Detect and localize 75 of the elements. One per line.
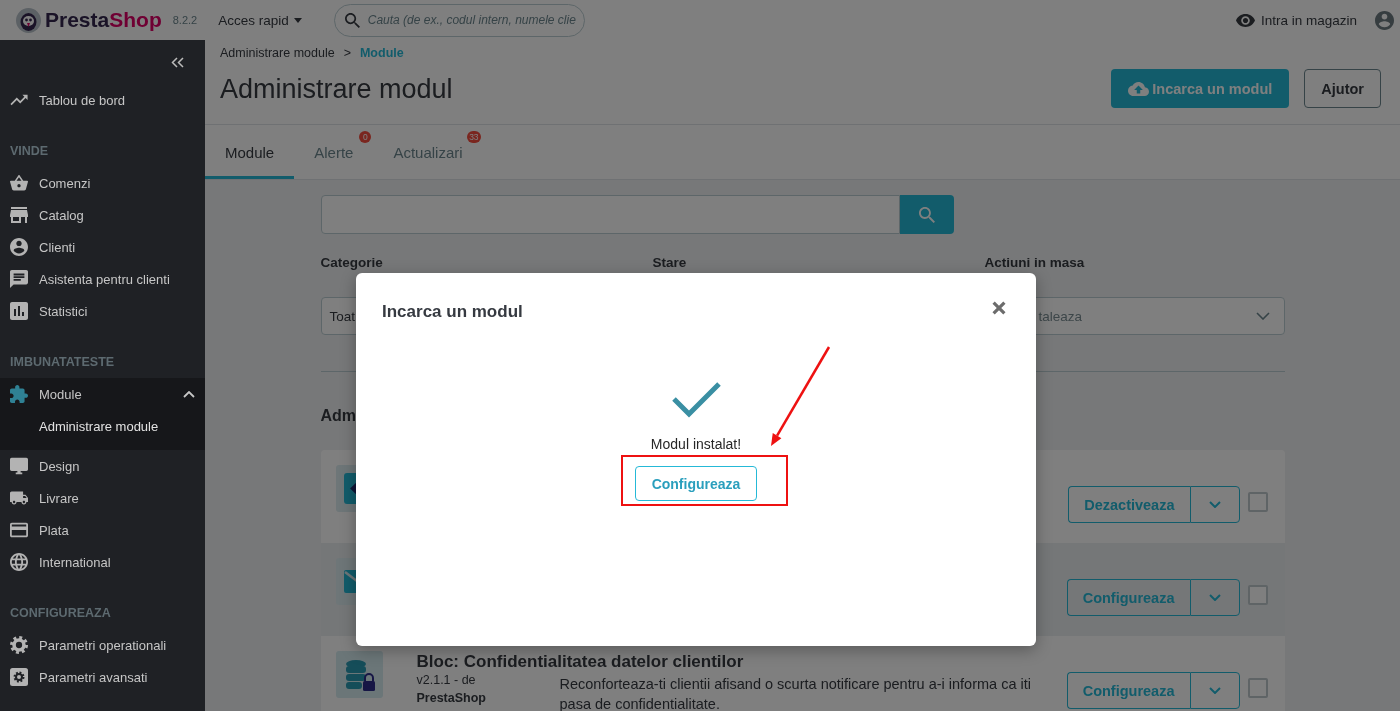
dialog-title: Incarca un modul — [382, 303, 523, 321]
success-message: Modul instalat! — [650, 435, 742, 453]
storefront-icon — [10, 206, 28, 224]
bar-chart-icon — [10, 302, 28, 320]
sidebar-item[interactable]: Design — [0, 450, 205, 482]
sidebar-item[interactable]: Tablou de bord — [0, 84, 205, 116]
tab[interactable]: Module — [205, 125, 295, 179]
dropdown-toggle[interactable] — [1189, 672, 1240, 709]
monitor-icon — [10, 457, 28, 475]
sidebar-section-title: IMBUNATATESTE — [9, 354, 115, 371]
gear-square-icon — [10, 668, 28, 686]
section-heading: Adm — [320, 406, 357, 426]
chevron-down-icon — [1208, 501, 1221, 508]
search-field[interactable]: Cauta (de ex., codul intern, numele clie — [333, 3, 585, 37]
checkmark-icon — [670, 380, 722, 418]
cloud-upload-icon — [1128, 81, 1150, 96]
dropdown-toggle[interactable] — [1189, 486, 1240, 523]
version-label: 8.2.2 — [172, 14, 198, 26]
user-icon — [10, 238, 28, 256]
close-icon[interactable] — [992, 300, 1006, 315]
count-badge: 33 — [467, 131, 481, 143]
chevron-down-icon — [1208, 687, 1221, 694]
filter-label: Actiuni in masa — [984, 256, 1085, 270]
eye-icon — [1235, 13, 1255, 27]
chevron-down-icon — [1255, 312, 1270, 320]
puzzle-icon — [10, 385, 28, 403]
sidebar-item[interactable]: International — [0, 546, 205, 578]
chevron-down-icon — [1208, 594, 1221, 601]
quick-access-menu[interactable]: Acces rapid — [218, 12, 302, 28]
chat-icon — [10, 270, 28, 288]
module-version: v2.1.1 - de — [416, 672, 476, 689]
sidebar-section-title: CONFIGUREAZA — [9, 605, 111, 622]
basket-icon — [10, 174, 28, 192]
module-author: PrestaShop — [416, 690, 486, 707]
sidebar-item[interactable]: Comenzi — [0, 167, 205, 199]
row-checkbox[interactable] — [1247, 585, 1268, 605]
dropdown-toggle[interactable] — [1189, 579, 1240, 616]
collapse-icon[interactable] — [171, 56, 184, 68]
sidebar-item[interactable]: Module — [0, 378, 205, 410]
help-button[interactable]: Ajutor — [1304, 69, 1381, 108]
page-title: Administrare modul — [220, 73, 453, 105]
sidebar-item[interactable]: Catalog — [0, 199, 205, 231]
module-name: Bloc: Confidentialitatea datelor clientilor — [416, 653, 744, 671]
caret-up-icon — [183, 390, 195, 398]
sidebar-section-title: VINDE — [9, 143, 49, 160]
filter-label: Categorie — [320, 256, 383, 270]
user-icon[interactable] — [1375, 10, 1394, 30]
breadcrumb-separator: > — [343, 46, 351, 60]
module-search-field[interactable] — [320, 195, 900, 234]
filter-label: Stare — [652, 256, 687, 270]
search-icon — [918, 206, 935, 223]
sidebar-item[interactable]: Asistenta pentru clienti — [0, 263, 205, 295]
sidebar-item[interactable]: Plata — [0, 514, 205, 546]
sidebar-item[interactable]: Parametri avansati — [0, 661, 205, 693]
search-button[interactable] — [899, 195, 954, 234]
credit-card-icon — [10, 521, 28, 539]
gear-icon — [10, 636, 28, 654]
submenu-item[interactable]: Administrare module — [0, 410, 205, 442]
breadcrumb-link[interactable]: Administrare module — [220, 46, 335, 60]
view-shop-link[interactable]: Intra in magazin — [1235, 12, 1357, 28]
logo-text: PrestaShop — [45, 7, 162, 33]
search-icon — [344, 12, 360, 28]
globe-icon — [10, 553, 28, 571]
sidebar-item[interactable]: Statistici — [0, 295, 205, 327]
truck-icon — [10, 489, 28, 507]
count-badge: 0 — [359, 131, 372, 143]
sidebar-item[interactable]: Parametri operationali — [0, 629, 205, 661]
sidebar-item[interactable]: Clienti — [0, 231, 205, 263]
caret-down-icon — [293, 17, 302, 23]
sidebar-item[interactable]: Livrare — [0, 482, 205, 514]
row-checkbox[interactable] — [1247, 492, 1268, 512]
row-checkbox[interactable] — [1247, 678, 1268, 698]
breadcrumb-current: Module — [359, 46, 404, 60]
database-lock-icon — [335, 651, 383, 698]
logo-icon — [16, 7, 41, 33]
